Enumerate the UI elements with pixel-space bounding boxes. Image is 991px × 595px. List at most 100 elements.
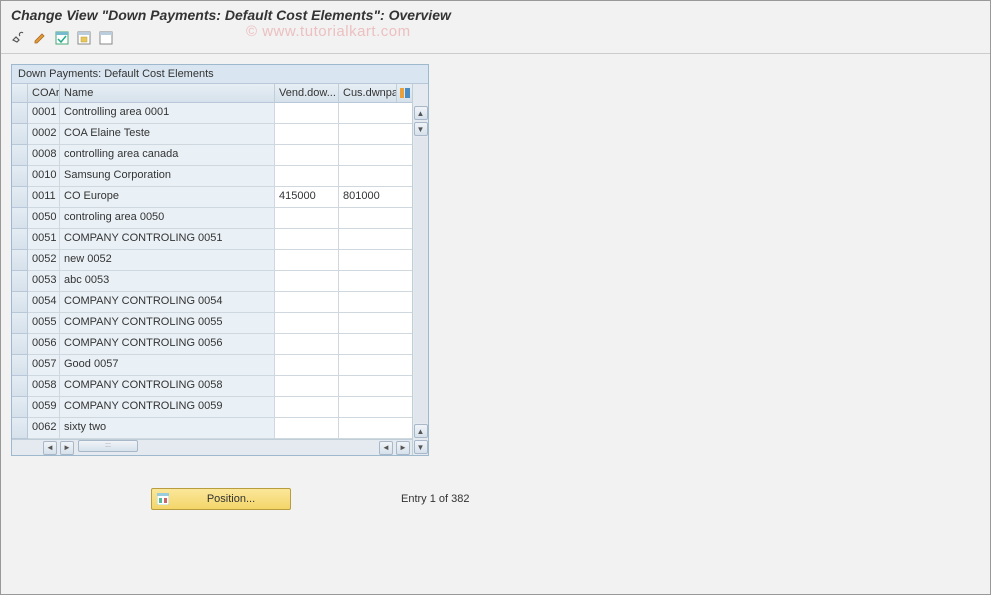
cell-customer-downpay[interactable] bbox=[339, 271, 412, 292]
cell-vendor-downpay[interactable] bbox=[275, 124, 339, 145]
table-title: Down Payments: Default Cost Elements bbox=[12, 65, 428, 84]
cell-vendor-downpay[interactable] bbox=[275, 208, 339, 229]
cell-vendor-downpay[interactable] bbox=[275, 271, 339, 292]
cell-customer-downpay[interactable] bbox=[339, 145, 412, 166]
table-row[interactable]: 0011CO Europe415000801000 bbox=[12, 187, 412, 208]
row-selector[interactable] bbox=[12, 103, 28, 124]
table-row[interactable]: 0052new 0052 bbox=[12, 250, 412, 271]
cell-vendor-downpay[interactable] bbox=[275, 229, 339, 250]
cell-customer-downpay[interactable] bbox=[339, 376, 412, 397]
row-selector[interactable] bbox=[12, 187, 28, 208]
column-name[interactable]: Name bbox=[60, 84, 275, 102]
table-row[interactable]: 0054COMPANY CONTROLING 0054 bbox=[12, 292, 412, 313]
toggle-display-change-button[interactable] bbox=[9, 29, 27, 47]
entry-counter: Entry 1 of 382 bbox=[401, 493, 470, 505]
row-selector[interactable] bbox=[12, 166, 28, 187]
cell-vendor-downpay[interactable] bbox=[275, 145, 339, 166]
row-selector[interactable] bbox=[12, 355, 28, 376]
cell-customer-downpay[interactable] bbox=[339, 229, 412, 250]
scroll-right-button[interactable]: ► bbox=[60, 441, 74, 455]
row-selector[interactable] bbox=[12, 292, 28, 313]
row-selector[interactable] bbox=[12, 229, 28, 250]
table-row[interactable]: 0058COMPANY CONTROLING 0058 bbox=[12, 376, 412, 397]
row-selector[interactable] bbox=[12, 334, 28, 355]
cell-coar: 0050 bbox=[28, 208, 60, 229]
table-row[interactable]: 0050controling area 0050 bbox=[12, 208, 412, 229]
cell-vendor-downpay[interactable] bbox=[275, 313, 339, 334]
row-selector[interactable] bbox=[12, 250, 28, 271]
cell-vendor-downpay[interactable] bbox=[275, 292, 339, 313]
cell-customer-downpay[interactable] bbox=[339, 334, 412, 355]
table-config-button[interactable] bbox=[396, 84, 412, 102]
table-row[interactable]: 0059COMPANY CONTROLING 0059 bbox=[12, 397, 412, 418]
cell-name: COMPANY CONTROLING 0051 bbox=[60, 229, 275, 250]
scroll-page-up-button[interactable]: ▼ bbox=[414, 122, 428, 136]
cell-customer-downpay[interactable] bbox=[339, 208, 412, 229]
column-vendor-downpay[interactable]: Vend.dow... bbox=[275, 84, 339, 102]
vertical-scrollbar[interactable]: ▲ ▼ ▲ ▼ bbox=[412, 84, 428, 455]
edit-button[interactable] bbox=[31, 29, 49, 47]
table-row[interactable]: 0055COMPANY CONTROLING 0055 bbox=[12, 313, 412, 334]
row-selector[interactable] bbox=[12, 418, 28, 439]
cell-vendor-downpay[interactable] bbox=[275, 355, 339, 376]
save-button[interactable] bbox=[75, 29, 93, 47]
cell-name: new 0052 bbox=[60, 250, 275, 271]
scroll-track[interactable] bbox=[414, 137, 428, 423]
cell-vendor-downpay[interactable] bbox=[275, 334, 339, 355]
table-row[interactable]: 0010Samsung Corporation bbox=[12, 166, 412, 187]
select-all-button[interactable] bbox=[53, 29, 71, 47]
scroll-down-button[interactable]: ▼ bbox=[414, 440, 428, 454]
scroll-page-down-button[interactable]: ▲ bbox=[414, 424, 428, 438]
horizontal-scrollbar[interactable]: ◄ ► ::: ◄ ► bbox=[12, 439, 412, 455]
scroll-left-end-button[interactable]: ◄ bbox=[379, 441, 393, 455]
row-selector[interactable] bbox=[12, 376, 28, 397]
row-selector[interactable] bbox=[12, 397, 28, 418]
deselect-all-button[interactable] bbox=[97, 29, 115, 47]
row-selector[interactable] bbox=[12, 271, 28, 292]
cell-coar: 0051 bbox=[28, 229, 60, 250]
table-row[interactable]: 0062sixty two bbox=[12, 418, 412, 439]
cell-customer-downpay[interactable] bbox=[339, 250, 412, 271]
column-coar[interactable]: COAr bbox=[28, 84, 60, 102]
cell-customer-downpay[interactable] bbox=[339, 397, 412, 418]
scroll-thumb[interactable]: ::: bbox=[78, 440, 138, 452]
cell-name: COMPANY CONTROLING 0054 bbox=[60, 292, 275, 313]
cell-customer-downpay[interactable] bbox=[339, 292, 412, 313]
table-row[interactable]: 0051COMPANY CONTROLING 0051 bbox=[12, 229, 412, 250]
cell-vendor-downpay[interactable] bbox=[275, 418, 339, 439]
column-customer-downpay[interactable]: Cus.dwnpay bbox=[339, 84, 396, 102]
cell-vendor-downpay[interactable] bbox=[275, 250, 339, 271]
column-selector[interactable] bbox=[12, 84, 28, 102]
row-selector[interactable] bbox=[12, 313, 28, 334]
table-row[interactable]: 0002COA Elaine Teste bbox=[12, 124, 412, 145]
position-button[interactable]: Position... bbox=[151, 488, 291, 510]
cell-customer-downpay[interactable] bbox=[339, 103, 412, 124]
wrench-icon bbox=[11, 31, 25, 45]
scroll-up-button[interactable]: ▲ bbox=[414, 106, 428, 120]
cell-customer-downpay[interactable] bbox=[339, 313, 412, 334]
row-selector[interactable] bbox=[12, 208, 28, 229]
table-row[interactable]: 0001Controlling area 0001 bbox=[12, 103, 412, 124]
scroll-left-button[interactable]: ◄ bbox=[43, 441, 57, 455]
cell-vendor-downpay[interactable] bbox=[275, 376, 339, 397]
cell-customer-downpay[interactable] bbox=[339, 166, 412, 187]
scroll-right-end-button[interactable]: ► bbox=[396, 441, 410, 455]
cell-coar: 0055 bbox=[28, 313, 60, 334]
cell-vendor-downpay[interactable] bbox=[275, 103, 339, 124]
content-area: Down Payments: Default Cost Elements COA… bbox=[1, 54, 990, 520]
table-row[interactable]: 0053abc 0053 bbox=[12, 271, 412, 292]
row-selector[interactable] bbox=[12, 145, 28, 166]
cell-customer-downpay[interactable] bbox=[339, 418, 412, 439]
cell-name: controlling area canada bbox=[60, 145, 275, 166]
table-row[interactable]: 0008controlling area canada bbox=[12, 145, 412, 166]
cell-customer-downpay[interactable]: 801000 bbox=[339, 187, 412, 208]
table-row[interactable]: 0057Good 0057 bbox=[12, 355, 412, 376]
cell-customer-downpay[interactable] bbox=[339, 355, 412, 376]
table-row[interactable]: 0056COMPANY CONTROLING 0056 bbox=[12, 334, 412, 355]
cell-vendor-downpay[interactable] bbox=[275, 397, 339, 418]
cell-vendor-downpay[interactable] bbox=[275, 166, 339, 187]
row-selector[interactable] bbox=[12, 124, 28, 145]
cell-vendor-downpay[interactable]: 415000 bbox=[275, 187, 339, 208]
cell-name: COMPANY CONTROLING 0058 bbox=[60, 376, 275, 397]
cell-customer-downpay[interactable] bbox=[339, 124, 412, 145]
